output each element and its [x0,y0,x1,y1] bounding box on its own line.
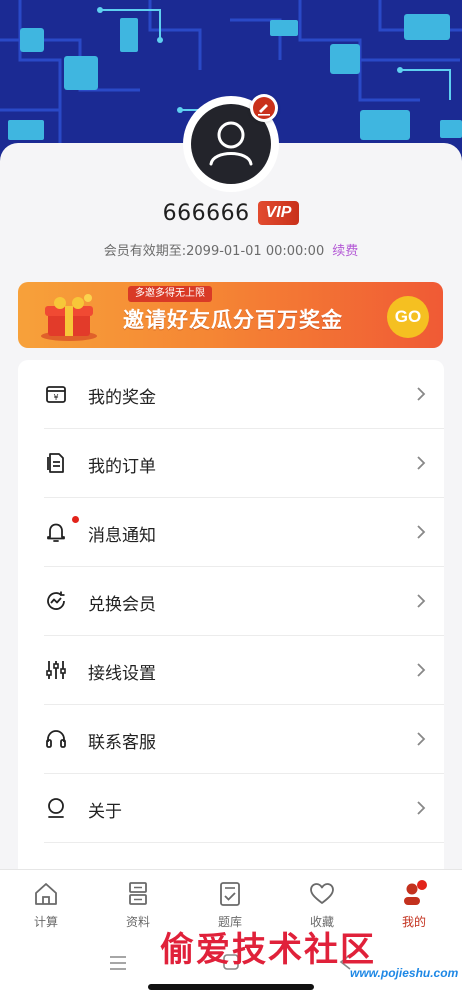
about-icon [48,798,64,818]
svg-text:¥: ¥ [53,393,58,402]
menu-item-orders[interactable]: 我的订单 [18,429,444,498]
watermark: 偷爱技术社区 [160,930,376,970]
data-icon [129,882,147,905]
chevron-right-icon [417,387,426,401]
exchange-icon [47,591,65,610]
tab-label: 计算 [33,915,58,929]
order-icon [47,453,64,473]
chevron-right-icon [417,801,426,815]
bell-icon [47,523,65,542]
username: 666666 [162,200,250,226]
menu-item-about[interactable]: 关于 [18,774,444,843]
menu-item-wiring-settings[interactable]: 接线设置 [18,636,444,705]
renew-link[interactable]: 续费 [332,244,358,259]
tab-mine[interactable]: 我的 [368,870,460,934]
watermark-url: www.pojieshu.com [350,966,459,980]
wallet-icon: ¥ [46,386,66,403]
notification-dot [72,516,79,523]
gift-icon [41,294,97,341]
menu-item-label: 消息通知 [88,526,156,546]
edit-avatar-button[interactable] [250,94,278,122]
sliders-icon [46,661,66,679]
invite-banner[interactable]: 多邀多得无上限 邀请好友瓜分百万奖金 GO [18,282,443,348]
menu-list: ¥ 我的奖金 我的订单 消息通知 兑换会员 接线设置 联系客服 关于 [18,360,444,880]
expiry-label: 会员有效期至: [103,244,187,259]
menu-item-label: 关于 [88,802,122,822]
home-indicator [148,984,314,990]
question-bank-icon [220,882,240,906]
membership-expiry: 会员有效期至:2099-01-01 00:00:00 续费 [0,240,462,259]
menu-item-customer-service[interactable]: 联系客服 [18,705,444,774]
menu-item-label: 兑换会员 [88,595,156,615]
name-row: 666666 VIP [0,198,462,228]
pencil-icon [253,97,275,119]
menu-item-label: 我的订单 [88,457,156,477]
menu-item-label: 我的奖金 [88,388,156,408]
divider [44,842,444,843]
menu-item-redeem-membership[interactable]: 兑换会员 [18,567,444,636]
headset-icon [46,730,66,748]
heart-icon [310,883,334,904]
tab-label: 我的 [401,915,426,929]
menu-item-bonus[interactable]: ¥ 我的奖金 [18,360,444,429]
chevron-right-icon [417,594,426,608]
banner-title: 邀请好友瓜分百万奖金 [123,308,343,332]
menu-item-label: 联系客服 [88,733,156,753]
profile-icon [404,880,427,905]
go-button[interactable]: GO [387,296,429,338]
menu-icon[interactable] [108,954,128,972]
vip-badge: VIP [257,201,300,225]
expiry-value: 2099-01-01 00:00:00 [186,244,325,259]
chevron-right-icon [417,663,426,677]
home-icon [35,883,57,905]
banner-tag: 多邀多得无上限 [128,286,212,302]
menu-item-notifications[interactable]: 消息通知 [18,498,444,567]
chevron-right-icon [417,456,426,470]
chevron-right-icon [417,732,426,746]
tab-calculate[interactable]: 计算 [0,870,92,934]
chevron-right-icon [417,525,426,539]
menu-item-label: 接线设置 [88,664,156,684]
